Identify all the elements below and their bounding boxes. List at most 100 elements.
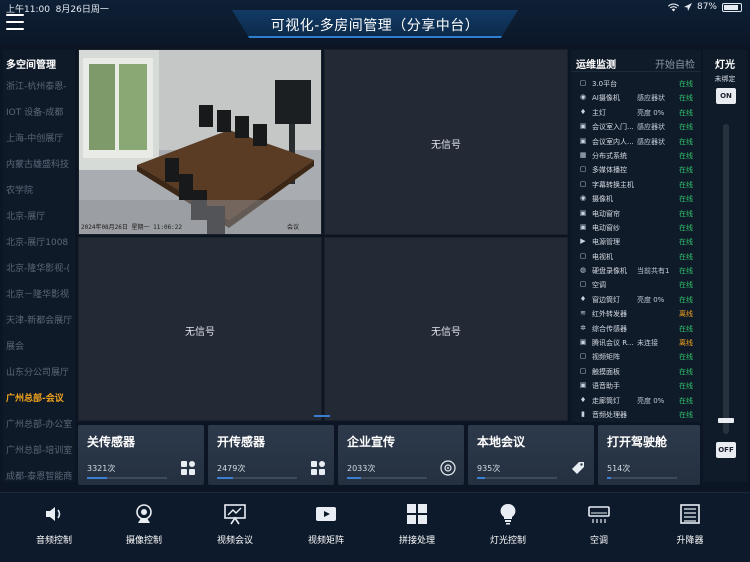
scene-card-promo[interactable]: 企业宣传 2033次 <box>338 425 464 485</box>
device-name: 红外转发器 <box>592 310 627 319</box>
device-row[interactable]: ▣ 语音助手 在线 <box>571 378 701 392</box>
square-icon: ▢ <box>579 251 587 260</box>
room-list-item[interactable]: 广州总部-办公室 <box>3 412 75 438</box>
device-status: 在线 <box>679 252 693 261</box>
device-row[interactable]: ▦ 分布式系统 在线 <box>571 148 701 162</box>
room-list-item[interactable]: 成都-泰恩智能商 <box>3 464 75 482</box>
device-row[interactable]: ✲ 综合传感器 在线 <box>571 321 701 335</box>
device-row[interactable]: ◍ 硬盘录像机 当前共有1 在线 <box>571 263 701 277</box>
device-name: 字幕转换主机 <box>592 180 634 189</box>
camera-feed-cell[interactable]: 2024年08月26日 星期一 11:06:22 会议 <box>78 49 322 235</box>
device-row[interactable]: ▢ 多媒体播控 在线 <box>571 162 701 176</box>
nav-air-conditioner[interactable]: 空调 <box>559 503 639 546</box>
hamburger-menu-icon[interactable] <box>6 14 24 30</box>
disk-icon: ◍ <box>579 266 587 275</box>
device-name: 走廊筒灯 <box>592 396 620 405</box>
device-detail: 感应器状 <box>637 94 665 103</box>
device-row[interactable]: ▶ 电源管理 在线 <box>571 234 701 248</box>
device-status: 在线 <box>679 137 693 146</box>
room-list-item[interactable]: 北京-展厅 <box>3 204 75 230</box>
device-name: 多媒体播控 <box>592 166 627 175</box>
device-row[interactable]: ▣ 会议室内人... 感应器状 在线 <box>571 134 701 148</box>
split-handle[interactable] <box>314 415 330 417</box>
light-slider-track[interactable] <box>723 124 729 434</box>
video-icon <box>316 507 336 521</box>
device-row[interactable]: ▮ 音频处理器 在线 <box>571 407 701 421</box>
self-check-button[interactable]: 开始自检 <box>655 56 695 71</box>
room-list-item[interactable]: 内蒙古雄盛科技 <box>3 152 75 178</box>
nav-video-matrix[interactable]: 视频矩阵 <box>286 503 366 546</box>
nav-splice-process[interactable]: 拼接处理 <box>377 503 457 546</box>
room-list-item[interactable]: 广州总部-培训室 <box>3 438 75 464</box>
device-status: 在线 <box>679 267 693 276</box>
device-detail: 当前共有1 <box>637 267 670 276</box>
device-name: 会议室内人... <box>592 137 634 146</box>
nav-video-conference[interactable]: 视频会议 <box>195 503 275 546</box>
device-status: 在线 <box>679 324 693 333</box>
nav-lifter[interactable]: 升降器 <box>650 503 730 546</box>
room-list-item[interactable]: 展会 <box>3 334 75 360</box>
room-list-item[interactable]: 天津-新都会展厅 <box>3 308 75 334</box>
room-list-item[interactable]: 北京-展厅1008 <box>3 230 75 256</box>
room-list-item[interactable]: 农学院 <box>3 178 75 204</box>
space-list-title: 多空间管理 <box>6 60 56 71</box>
device-row[interactable]: ◉ AI摄像机 感应器状 在线 <box>571 90 701 104</box>
bulb-icon: ♦ <box>579 395 587 404</box>
video-cell-2[interactable]: 无信号 <box>324 49 568 235</box>
usage-bar <box>217 477 297 479</box>
device-row[interactable]: ▣ 电动窗纱 在线 <box>571 220 701 234</box>
device-row[interactable]: ▣ 会议室入门... 感应器状 在线 <box>571 119 701 133</box>
device-row[interactable]: ♦ 走廊筒灯 亮度 0% 在线 <box>571 393 701 407</box>
device-row[interactable]: ▢ 3.0平台 在线 <box>571 76 701 90</box>
scene-card-local-meeting[interactable]: 本地会议 935次 <box>468 425 594 485</box>
bulb-icon: ♦ <box>579 107 587 116</box>
room-list-item[interactable]: 广州总部-会议 <box>3 386 75 412</box>
device-list: ▢ 3.0平台 在线 ◉ AI摄像机 感应器状 在线 ♦ 主灯 亮度 0% 在线 ▣ 会议室入门... 感… <box>571 72 701 421</box>
video-cell-3[interactable]: 无信号 <box>78 237 322 421</box>
ops-monitor-title: 运维监测 <box>576 60 616 71</box>
device-row[interactable]: ≋ 红外转发器 离线 <box>571 306 701 320</box>
device-detail: 感应器状 <box>637 137 665 146</box>
grid-icon <box>181 461 195 475</box>
device-row[interactable]: ♦ 主灯 亮度 0% 在线 <box>571 105 701 119</box>
light-off-button[interactable]: OFF <box>716 442 736 458</box>
status-time: 上午11:00 8月26日周一 <box>6 5 109 15</box>
ops-monitor-header: 运维监测 开始自检 <box>571 50 701 72</box>
chip-icon: ▣ <box>579 381 587 390</box>
device-name: 会议室入门... <box>592 123 634 132</box>
room-list-item[interactable]: 山东分公司展厅 <box>3 360 75 386</box>
room-list: 浙江-杭州泰恩- IOT 设备-成都 上海-中创展厅 内蒙古雄盛科技 农学院 北京-展厅北… <box>3 74 75 482</box>
wifi-icon <box>667 3 679 11</box>
device-row[interactable]: ▣ 腾讯会议 R... 未连接 离线 <box>571 335 701 349</box>
device-row[interactable]: ▢ 触摸面板 在线 <box>571 364 701 378</box>
room-list-item[interactable]: 北京－隆华影视 <box>3 282 75 308</box>
video-cell-4[interactable]: 无信号 <box>324 237 568 421</box>
nav-light-control[interactable]: 灯光控制 <box>468 503 548 546</box>
room-list-item[interactable]: 上海-中创展厅 <box>3 126 75 152</box>
square-icon: ▢ <box>579 366 587 375</box>
gear-icon: ✲ <box>580 323 586 332</box>
scene-card-cockpit[interactable]: 打开驾驶舱 514次 <box>598 425 700 485</box>
battery-icon <box>722 2 742 12</box>
light-on-button[interactable]: ON <box>716 88 736 104</box>
square-icon: ▢ <box>579 165 587 174</box>
device-status: 在线 <box>679 195 693 204</box>
room-list-item[interactable]: 北京-隆华影视-( <box>3 256 75 282</box>
space-list-panel: 多空间管理 浙江-杭州泰恩- IOT 设备-成都 上海-中创展厅 内蒙古雄盛科技 农学院… <box>3 50 75 482</box>
device-row[interactable]: ♦ 窗边筒灯 亮度 0% 在线 <box>571 292 701 306</box>
usage-bar <box>87 477 167 479</box>
nav-camera-control[interactable]: 摄像控制 <box>104 503 184 546</box>
room-list-item[interactable]: IOT 设备-成都 <box>3 100 75 126</box>
nav-audio-control[interactable]: 音频控制 <box>14 503 94 546</box>
room-list-item[interactable]: 浙江-杭州泰恩- <box>3 74 75 100</box>
device-status: 离线 <box>679 339 693 348</box>
device-row[interactable]: ▣ 电动窗帘 在线 <box>571 206 701 220</box>
device-row[interactable]: ▢ 电视机 在线 <box>571 249 701 263</box>
device-row[interactable]: ▢ 视频矩阵 在线 <box>571 349 701 363</box>
device-row[interactable]: ▢ 字幕转换主机 在线 <box>571 177 701 191</box>
device-row[interactable]: ▢ 空调 在线 <box>571 277 701 291</box>
device-row[interactable]: ◉ 摄像机 在线 <box>571 191 701 205</box>
scene-card-close-sensor[interactable]: 关传感器 3321次 <box>78 425 204 485</box>
scene-card-open-sensor[interactable]: 开传感器 2479次 <box>208 425 334 485</box>
light-slider-thumb[interactable] <box>718 418 734 423</box>
